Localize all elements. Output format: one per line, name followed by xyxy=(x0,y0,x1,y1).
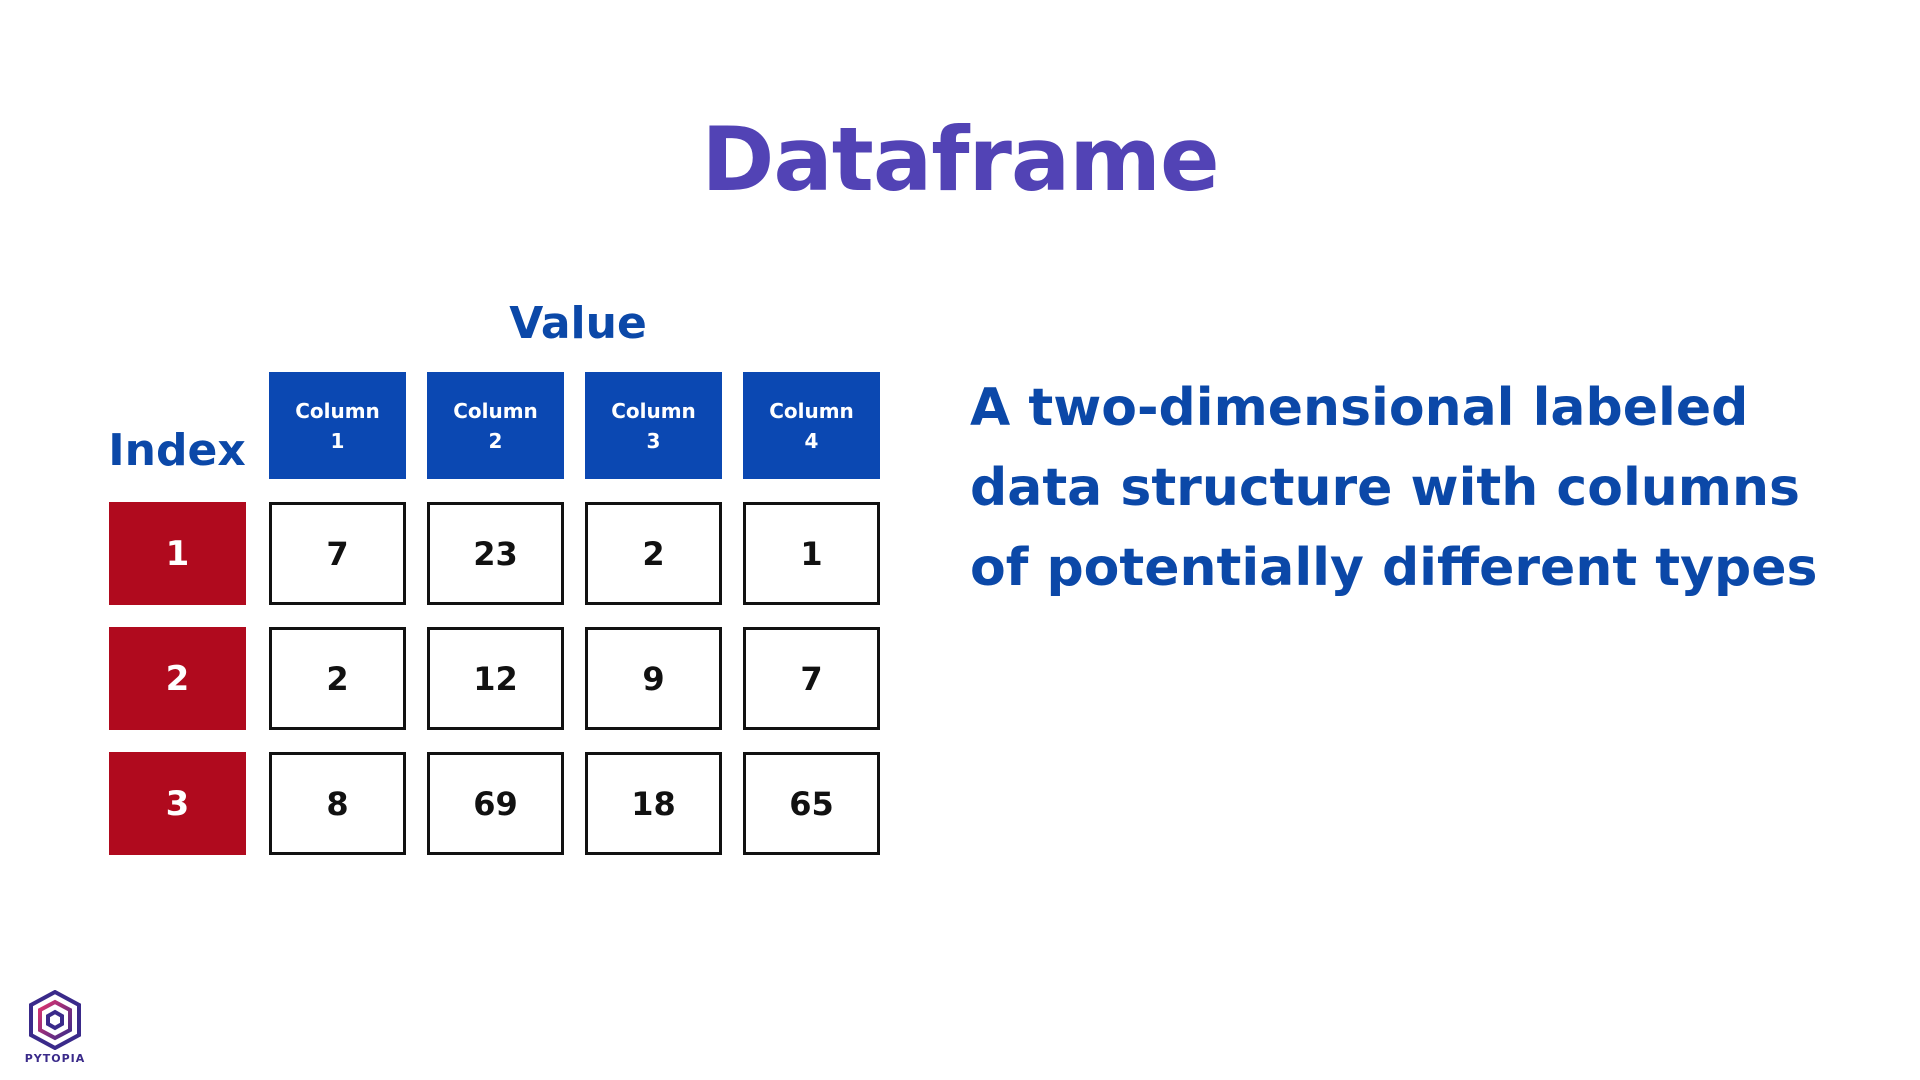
column-header-text: Column xyxy=(295,398,380,423)
logo-text: PYTOPIA xyxy=(24,1052,86,1065)
table-cell: 2 xyxy=(269,627,406,730)
table-cell: 2 xyxy=(585,502,722,605)
table-cell: 23 xyxy=(427,502,564,605)
page-title: Dataframe xyxy=(701,108,1219,211)
column-header-1: Column 1 xyxy=(269,372,406,479)
column-header-3: Column 3 xyxy=(585,372,722,479)
pytopia-logo: PYTOPIA xyxy=(20,990,90,1070)
column-header-number: 2 xyxy=(488,428,503,453)
table-cell: 7 xyxy=(743,627,880,730)
table-cell: 9 xyxy=(585,627,722,730)
table-cell: 18 xyxy=(585,752,722,855)
column-header-number: 4 xyxy=(804,428,819,453)
column-header-text: Column xyxy=(769,398,854,423)
column-header-4: Column 4 xyxy=(743,372,880,479)
column-header-text: Column xyxy=(611,398,696,423)
table-cell: 8 xyxy=(269,752,406,855)
row-index-1: 1 xyxy=(109,502,246,605)
row-index-2: 2 xyxy=(109,627,246,730)
table-cell: 12 xyxy=(427,627,564,730)
table-cell: 7 xyxy=(269,502,406,605)
table-cell: 65 xyxy=(743,752,880,855)
row-index-3: 3 xyxy=(109,752,246,855)
description-text: A two-dimensional labeled data structure… xyxy=(970,378,1818,598)
value-label: Value xyxy=(509,298,647,349)
column-header-number: 3 xyxy=(646,428,661,453)
table-cell: 69 xyxy=(427,752,564,855)
column-header-text: Column xyxy=(453,398,538,423)
index-label: Index xyxy=(108,425,246,476)
table-cell: 1 xyxy=(743,502,880,605)
column-header-2: Column 2 xyxy=(427,372,564,479)
column-header-number: 1 xyxy=(330,428,345,453)
pytopia-hexagon-icon xyxy=(29,990,81,1050)
